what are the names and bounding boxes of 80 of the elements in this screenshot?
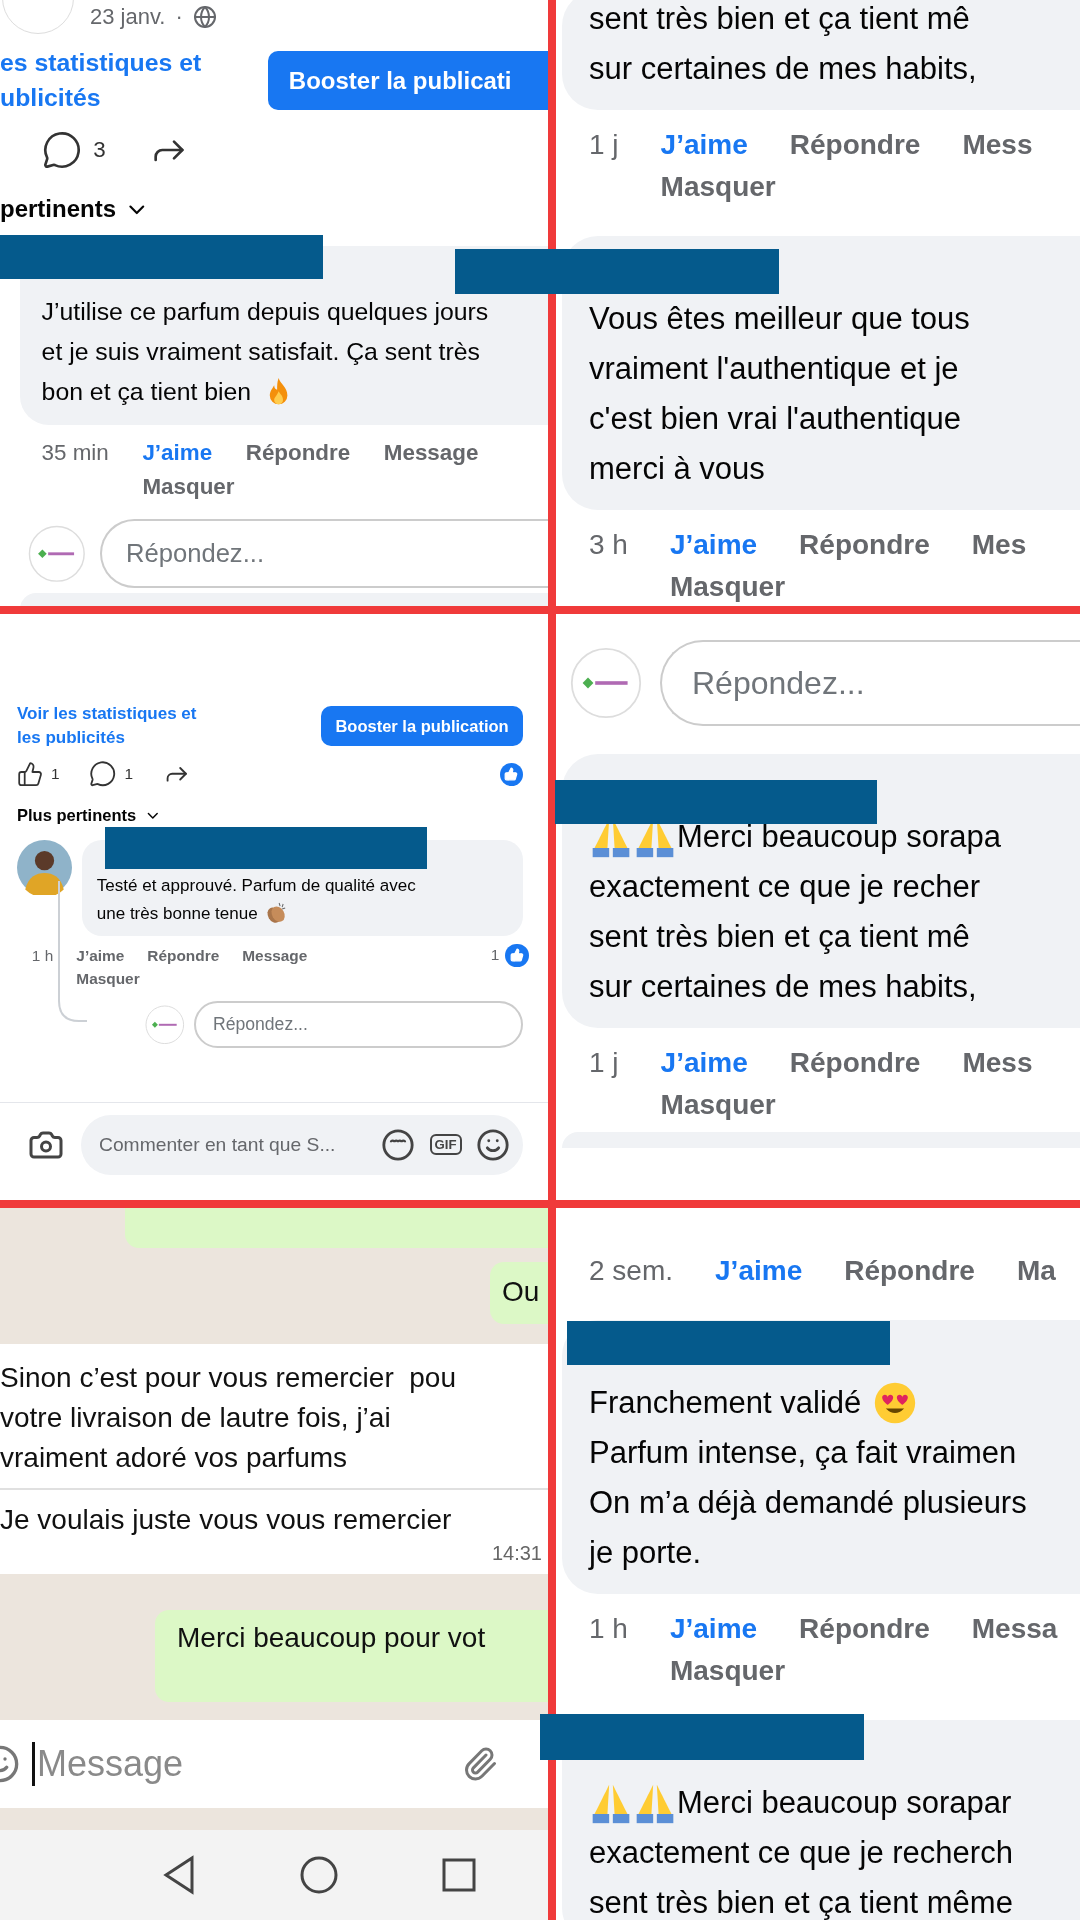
reply-link[interactable]: Répondre (147, 943, 220, 967)
comment-text: J’utilise ce parfum depuis quelques jours (41, 297, 489, 328)
comment-count: 3 (93, 136, 106, 163)
reply-link[interactable]: Répondre (789, 1042, 921, 1084)
comment-time: 1 h (589, 1612, 628, 1646)
comment-text: sent très bien et ça tient mê (589, 0, 970, 38)
comment-text: sent très bien et ça tient mê (589, 918, 970, 956)
message-link[interactable]: Message (383, 436, 479, 470)
message-link[interactable]: Message (242, 943, 308, 967)
message-text: Merci beaucoup pour vot (177, 1622, 486, 1653)
comment-count: 1 (124, 765, 134, 784)
comment-text: c'est bien vrai l'authentique (589, 400, 961, 438)
comment-time: 2 sem. (589, 1254, 674, 1288)
reply-link[interactable]: Répondre (789, 124, 921, 166)
separator-dot: · (175, 4, 183, 30)
message-composer-bar[interactable]: Message (0, 1720, 548, 1808)
comment-text: sur certaines de mes habits, (589, 50, 977, 88)
reply-field[interactable]: Répondez... (660, 640, 1080, 726)
comment-time: 1 h (31, 945, 54, 966)
comment-text: Merci beaucoup sorapa (677, 818, 1001, 856)
like-link[interactable]: J’aime (669, 524, 758, 566)
comment-text: merci à vous (589, 450, 765, 488)
message-text: Je voulais juste vous vous remercier (0, 1503, 453, 1537)
post-date: 23 janv. (90, 4, 166, 30)
reaction-count: 1 (490, 946, 500, 965)
message-text: Ou (502, 1276, 540, 1307)
comment-text: je porte. (589, 1534, 701, 1572)
reply-link[interactable]: Répondre (245, 436, 351, 470)
comment-text: une très bonne tenue (96, 902, 258, 925)
truncated-message-link[interactable]: Ma (1016, 1250, 1056, 1292)
comment-text: exactement ce que je recherch (589, 1834, 1013, 1872)
comment-text: On m’a déjà demandé plusieurs (589, 1484, 1027, 1522)
reply-field[interactable]: Répondez... (194, 1001, 523, 1049)
hide-link[interactable]: Masquer (669, 566, 786, 606)
like-count: 1 (51, 765, 60, 784)
comment-text: sur certaines de mes habits, (589, 968, 977, 1006)
like-link[interactable]: J’aime (76, 943, 125, 967)
comment-text: Merci beaucoup sorapar (677, 1784, 1012, 1822)
hide-link[interactable]: Masquer (76, 966, 140, 990)
comment-time: 1 j (589, 1046, 619, 1080)
hide-link[interactable]: Masquer (669, 1650, 786, 1692)
like-link[interactable]: J’aime (142, 436, 213, 470)
statistics-link[interactable]: es statistiques et ublicités (0, 46, 202, 116)
comment-text: bon et ça tient bien (41, 377, 252, 408)
comment-text: exactement ce que je recher (589, 868, 981, 906)
truncated-message-link[interactable]: Mess (962, 124, 1033, 166)
comment-text: vraiment l'authentique et je (589, 350, 959, 388)
message-time: 14:31 (490, 1541, 543, 1566)
comment-text: Testé et approuvé. Parfum de qualité avec (96, 875, 416, 898)
like-link[interactable]: J’aime (660, 124, 748, 166)
comment-field[interactable]: Commenter en tant que S... GIF (80, 1114, 523, 1175)
comment-time: 3 h (589, 528, 628, 562)
comment-text: sent très bien et ça tient même (589, 1884, 1013, 1920)
comment-time: 35 min (41, 439, 109, 468)
gif-icon[interactable]: GIF (429, 1134, 462, 1156)
message-text: Sinon c’est pour vous remercier pou votre livraison de lautre fois, j’ai vraiment adoré vos parfums (0, 1361, 457, 1475)
boost-button[interactable]: Booster la publicati (268, 51, 548, 111)
message-input[interactable]: Message (32, 1742, 450, 1786)
sort-dropdown[interactable]: Plus pertinents (17, 806, 162, 826)
hide-link[interactable]: Masquer (660, 1084, 776, 1126)
reply-field[interactable]: Répondez... (100, 519, 548, 589)
sort-dropdown[interactable]: pertinents (0, 195, 150, 224)
like-link[interactable]: J’aime (715, 1250, 803, 1292)
comment-text: Parfum intense, ça fait vraimen (589, 1434, 1017, 1472)
hide-link[interactable]: Masquer (660, 166, 776, 208)
hide-link[interactable]: Masquer (142, 469, 235, 504)
like-link[interactable]: J’aime (669, 1608, 758, 1650)
comment-time: 1 j (589, 128, 619, 162)
comment-text: Franchement validé (589, 1384, 862, 1422)
reply-link[interactable]: Répondre (844, 1250, 975, 1292)
truncated-message-link[interactable]: Messa (971, 1608, 1058, 1650)
like-link[interactable]: J’aime (660, 1042, 748, 1084)
comment-text: et je suis vraiment satisfait. Ça sent très (41, 337, 480, 368)
truncated-message-link[interactable]: Mes (971, 524, 1027, 566)
boost-button[interactable]: Booster la publication (321, 705, 523, 747)
reply-link[interactable]: Répondre (799, 524, 930, 566)
comment-text: Vous êtes meilleur que tous (589, 300, 970, 338)
truncated-message-link[interactable]: Mess (962, 1042, 1033, 1084)
statistics-link[interactable]: Voir les statistiques et les publicités (17, 702, 197, 750)
reply-link[interactable]: Répondre (799, 1608, 930, 1650)
